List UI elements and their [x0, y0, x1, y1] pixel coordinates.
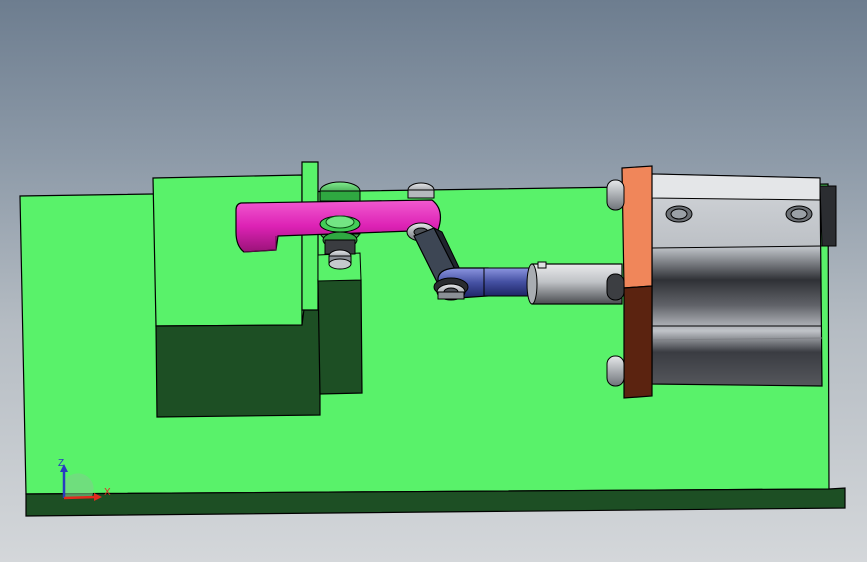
cylinder-flange[interactable]	[606, 165, 653, 399]
pivot-washer-top	[319, 215, 361, 233]
cylinder-body[interactable]	[651, 173, 837, 387]
triad-x-label: X	[104, 487, 111, 498]
cad-viewport[interactable]: Z X	[0, 0, 867, 562]
assembly-view[interactable]: Z X	[0, 0, 867, 562]
link-bolt[interactable]	[433, 277, 469, 301]
triad-z-label: Z	[58, 458, 64, 469]
